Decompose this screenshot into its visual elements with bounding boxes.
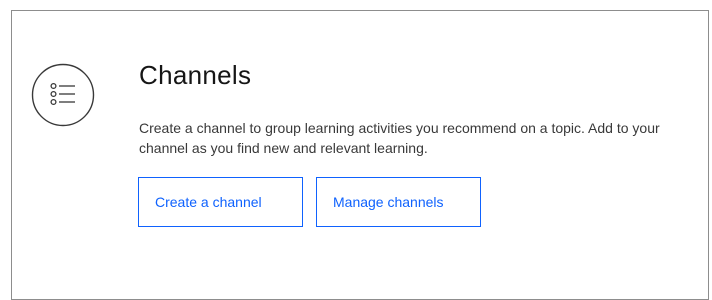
list-icon [31,63,95,127]
manage-channels-button[interactable]: Manage channels [316,177,481,227]
create-channel-button[interactable]: Create a channel [138,177,303,227]
card-description: Create a channel to group learning activ… [139,120,660,156]
channels-card: Channels Create a channel to group learn… [11,10,709,300]
card-title: Channels [139,60,252,90]
